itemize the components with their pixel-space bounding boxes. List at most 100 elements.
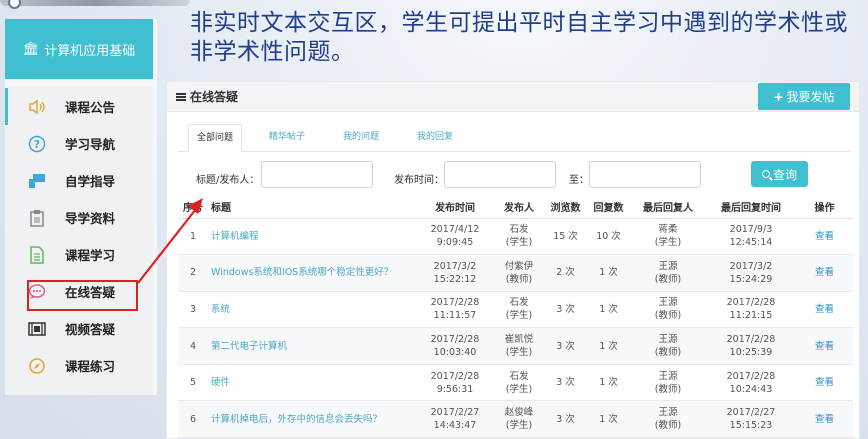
row-views: 3 次 bbox=[544, 291, 587, 329]
tab-featured[interactable]: 精华帖子 bbox=[261, 124, 313, 152]
row-title-link[interactable]: 计算机编程 bbox=[208, 218, 416, 256]
row-last-replier: 王源 (教师) bbox=[630, 254, 706, 292]
row-title-link[interactable]: 系统 bbox=[208, 291, 416, 329]
row-last-replier: 蒋柔 (学生) bbox=[630, 218, 706, 256]
sidebar-item-label: 课程学习 bbox=[65, 248, 116, 263]
sidebar-item-materials[interactable]: 导学资料 bbox=[5, 199, 153, 236]
row-no: 3 bbox=[178, 291, 208, 329]
row-author: 付紫伊 (教师) bbox=[494, 254, 544, 292]
presentation-icon bbox=[27, 171, 47, 191]
row-author: 石发 (学生) bbox=[494, 364, 544, 402]
row-last-replier: 王源 (教师) bbox=[630, 400, 706, 439]
row-post-time: 2017/3/2 15:22:12 bbox=[416, 254, 494, 292]
sidebar-item-navigation[interactable]: ? 学习导航 bbox=[5, 125, 153, 162]
row-views: 2 次 bbox=[544, 254, 587, 292]
table-row: 1 计算机编程 2017/4/12 9:09:45 石发 (学生) 15 次 10 … bbox=[178, 218, 853, 256]
table-row: 3 系统 2017/2/28 11:11:57 石发 (学生) 3 次 1 次 王源… bbox=[178, 291, 853, 329]
row-replies: 1 次 bbox=[587, 400, 630, 439]
row-no: 2 bbox=[178, 254, 208, 292]
row-post-time: 2017/2/27 14:43:47 bbox=[416, 400, 494, 439]
row-title-link[interactable]: Windows系统和IOS系统哪个稳定性更好？ bbox=[208, 254, 416, 292]
question-table: 序号 标题 发布时间 发布人 浏览数 回复数 最后回复人 最后回复时间 操作 1… bbox=[178, 196, 853, 439]
header-last-reply-time: 最后回复时间 bbox=[706, 196, 796, 219]
row-title-link[interactable]: 计算机掉电后，外存中的信息会丢失吗？ bbox=[208, 400, 416, 439]
header-no: 序号 bbox=[178, 196, 208, 219]
clipboard-icon bbox=[27, 208, 47, 228]
table-row: 2 Windows系统和IOS系统哪个稳定性更好？ 2017/3/2 15:22:… bbox=[178, 254, 853, 292]
tab-bar: 全部问题 精华帖子 我的问题 我的回复 bbox=[178, 124, 850, 152]
row-title-link[interactable]: 硬件 bbox=[208, 364, 416, 402]
view-link[interactable]: 查看 bbox=[796, 218, 853, 256]
row-views: 3 次 bbox=[544, 400, 587, 439]
row-last-reply-time: 2017/2/28 10:25:39 bbox=[706, 327, 796, 365]
row-post-time: 2017/4/12 9:09:45 bbox=[416, 218, 494, 256]
svg-text:?: ? bbox=[34, 138, 40, 151]
table-row: 4 第二代电子计算机 2017/2/28 10:03:40 崔凯悦 (学生) 3 次… bbox=[178, 327, 853, 365]
row-last-reply-time: 2017/2/28 10:24:43 bbox=[706, 364, 796, 402]
table-row: 5 硬件 2017/2/28 9:56:31 石发 (学生) 3 次 1 次 王源(… bbox=[178, 364, 853, 402]
highlight-box bbox=[27, 280, 138, 311]
sidebar-item-label: 视频答疑 bbox=[65, 322, 116, 337]
query-label: 查询 bbox=[772, 167, 797, 182]
sidebar-item-self-study[interactable]: 自学指导 bbox=[5, 162, 153, 199]
row-last-reply-time: 2017/2/27 15:15:23 bbox=[706, 400, 796, 439]
row-views: 3 次 bbox=[544, 364, 587, 402]
row-replies: 10 次 bbox=[587, 218, 630, 256]
tab-my-replies[interactable]: 我的回复 bbox=[409, 124, 461, 152]
row-author: 崔凯悦 (学生) bbox=[494, 327, 544, 365]
tab-all-questions[interactable]: 全部问题 bbox=[188, 124, 243, 152]
start-date-input[interactable] bbox=[444, 161, 556, 188]
table-header-row: 序号 标题 发布时间 发布人 浏览数 回复数 最后回复人 最后回复时间 操作 bbox=[178, 196, 853, 219]
film-icon bbox=[27, 319, 47, 339]
header-post-time: 发布时间 bbox=[416, 196, 494, 219]
view-link[interactable]: 查看 bbox=[796, 364, 853, 402]
row-replies: 1 次 bbox=[587, 327, 630, 365]
query-button[interactable]: 查询 bbox=[751, 161, 808, 187]
row-author: 赵俊峰 (学生) bbox=[494, 400, 544, 439]
row-replies: 1 次 bbox=[587, 254, 630, 292]
online-qa-panel: 在线答疑 + 我要发帖 全部问题 精华帖子 我的问题 我的回复 标题/发布人： … bbox=[166, 81, 860, 439]
to-label: 至： bbox=[569, 175, 589, 186]
tab-my-questions[interactable]: 我的问题 bbox=[335, 124, 387, 152]
sidebar-item-label: 自学指导 bbox=[65, 174, 116, 189]
sidebar: 🏛 计算机应用基础 课程公告 ? 学习导航 自学指导 导学资料 课程学习 在线答… bbox=[5, 19, 157, 395]
row-views: 3 次 bbox=[544, 327, 587, 365]
panel-title: 在线答疑 bbox=[176, 88, 238, 105]
row-author: 石发 (学生) bbox=[494, 291, 544, 329]
sidebar-item-label: 学习导航 bbox=[65, 137, 116, 152]
view-link[interactable]: 查看 bbox=[796, 254, 853, 292]
new-post-button[interactable]: + 我要发帖 bbox=[758, 83, 850, 110]
header-replies: 回复数 bbox=[587, 196, 630, 219]
row-replies: 1 次 bbox=[587, 291, 630, 329]
row-title-link[interactable]: 第二代电子计算机 bbox=[208, 327, 416, 365]
sidebar-item-video-qa[interactable]: 视频答疑 bbox=[5, 310, 153, 347]
search-icon bbox=[761, 170, 770, 178]
sidebar-item-exercises[interactable]: 课程练习 bbox=[5, 347, 153, 384]
view-link[interactable]: 查看 bbox=[796, 327, 853, 365]
post-time-label: 发布时间： bbox=[394, 175, 444, 186]
sidebar-item-label: 导学资料 bbox=[65, 211, 116, 226]
table-row: 6 计算机掉电后，外存中的信息会丢失吗？ 2017/2/27 14:43:47 赵… bbox=[178, 400, 853, 439]
title-author-input[interactable] bbox=[261, 161, 373, 188]
row-post-time: 2017/2/28 9:56:31 bbox=[416, 364, 494, 402]
sidebar-item-course-study[interactable]: 课程学习 bbox=[5, 236, 153, 273]
end-date-input[interactable] bbox=[589, 161, 701, 188]
document-icon bbox=[27, 245, 47, 265]
view-link[interactable]: 查看 bbox=[796, 400, 853, 439]
view-link[interactable]: 查看 bbox=[796, 291, 853, 329]
row-last-replier: 王源 (教师) bbox=[630, 364, 706, 402]
plus-icon: + bbox=[773, 89, 784, 104]
header-action: 操作 bbox=[796, 196, 853, 219]
header-author: 发布人 bbox=[494, 196, 544, 219]
page-headline: 非实时文本交互区，学生可提出平时自主学习中遇到的学术性或非学术性问题。 bbox=[190, 10, 848, 65]
header-views: 浏览数 bbox=[544, 196, 587, 219]
row-post-time: 2017/2/28 11:11:57 bbox=[416, 291, 494, 329]
sidebar-item-announcement[interactable]: 课程公告 bbox=[5, 88, 153, 125]
question-circle-icon: ? bbox=[27, 134, 47, 154]
institution-icon: 🏛 bbox=[22, 41, 40, 57]
row-replies: 1 次 bbox=[587, 364, 630, 402]
sidebar-item-label: 课程公告 bbox=[65, 100, 116, 115]
top-decoration bbox=[0, 0, 190, 9]
course-title-box[interactable]: 🏛 计算机应用基础 bbox=[5, 19, 153, 79]
row-author: 石发 (学生) bbox=[494, 218, 544, 256]
